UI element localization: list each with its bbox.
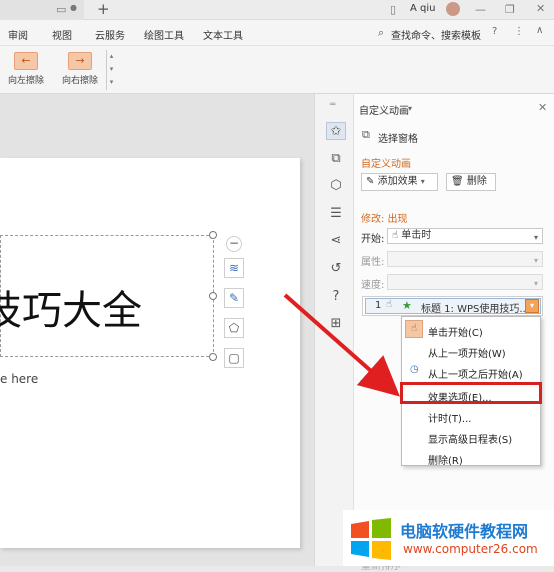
arrow-right-icon: → <box>68 52 92 70</box>
chevron-down-icon: ▾ <box>533 233 538 242</box>
search-icon[interactable]: ⌕ <box>378 26 384 40</box>
help-icon[interactable]: ? <box>492 26 497 37</box>
click-start-icon: ☝ <box>405 320 423 338</box>
ribbon-scroll[interactable]: ▴ ▾ ▾ <box>106 50 116 90</box>
panel-title-dropdown-icon[interactable]: ▾ <box>408 104 412 113</box>
menu-cloud[interactable]: 云服务 <box>95 27 125 42</box>
chevron-down-icon: ▾ <box>420 177 425 186</box>
close-icon[interactable]: ✕ <box>536 2 545 15</box>
more-icon[interactable]: ⋮ <box>514 26 524 37</box>
section-custom-animation: 自定义动画 <box>361 159 411 170</box>
menu-drawing-tools[interactable]: 绘图工具 <box>144 27 184 42</box>
slide-switch-icon[interactable]: ⧉ <box>326 150 346 168</box>
tab-strip[interactable]: ▭ ● <box>0 0 84 20</box>
minimize-icon[interactable]: — <box>475 3 486 16</box>
search-command[interactable]: 查找命令、搜索模板 <box>391 27 481 42</box>
resize-handle-r[interactable] <box>209 292 217 300</box>
menu-item-after-previous[interactable]: 从上一项之后开始(A) <box>428 366 523 381</box>
add-effect-label: 添加效果 <box>377 176 418 187</box>
speed-label: 速度: <box>361 280 385 291</box>
restore-icon[interactable]: ❐ <box>505 3 515 16</box>
trash-icon: 🗑 <box>451 176 464 187</box>
resize-handle-tr[interactable] <box>209 231 217 239</box>
watermark: 电脑软硬件教程网 www.computer26.com <box>343 510 554 566</box>
slide-subtitle-text: e here <box>0 372 39 386</box>
shapes-icon[interactable]: ⬡ <box>326 177 346 195</box>
select-pane-link[interactable]: 选择窗格 <box>378 130 418 145</box>
slide-title-text: 技巧大全 <box>0 288 142 334</box>
collapse-float-icon[interactable]: − <box>226 236 242 252</box>
chevron-down-icon: ▾ <box>533 279 538 288</box>
pen-icon[interactable]: ✎ <box>224 288 244 308</box>
star-icon: ★ <box>402 299 412 312</box>
collapse-icon[interactable]: ∧ <box>536 25 543 36</box>
watermark-url: www.computer26.com <box>403 542 538 556</box>
menu-item-with-previous[interactable]: 从上一项开始(W) <box>428 345 506 360</box>
new-tab-icon[interactable]: + <box>97 0 110 18</box>
properties-icon[interactable]: ☰ <box>326 205 346 223</box>
avatar[interactable] <box>446 2 460 16</box>
property-label: 属性: <box>361 257 385 268</box>
panel-close-icon[interactable]: ✕ <box>538 101 547 114</box>
resize-handle-br[interactable] <box>209 353 217 361</box>
dot-icon: ● <box>70 3 77 12</box>
layers-icon[interactable]: ≋ <box>224 258 244 278</box>
wipe-right-button[interactable]: → 向右擦除 <box>61 52 99 90</box>
annotation-arrow <box>283 293 400 397</box>
share-icon[interactable]: ⋖ <box>326 232 346 250</box>
windows-logo-icon <box>351 518 391 560</box>
menu-text-tools[interactable]: 文本工具 <box>203 27 243 42</box>
menu-item-remove[interactable]: 删除(R) <box>428 452 463 467</box>
delete-button[interactable]: 🗑 删除 <box>446 173 496 191</box>
menu-item-advanced-timeline[interactable]: 显示高级日程表(S) <box>428 431 512 446</box>
start-label: 开始: <box>361 234 385 245</box>
property-select[interactable]: ▾ <box>387 251 543 267</box>
history-icon[interactable]: ↺ <box>326 260 346 278</box>
wipe-left-label: 向左擦除 <box>7 76 44 86</box>
menu-item-timing[interactable]: 计时(T)... <box>428 410 471 425</box>
wipe-left-button[interactable]: ← 向左擦除 <box>7 52 45 90</box>
animation-pane-icon[interactable]: ✩ <box>326 122 346 140</box>
modify-label: 修改: 出现 <box>361 214 408 225</box>
arrow-left-icon: ← <box>14 52 38 70</box>
user-name[interactable]: A qiu <box>410 3 435 14</box>
mouse-icon: ☝ <box>392 230 399 241</box>
item-text: 标题 1: WPS使用技巧... <box>421 304 529 315</box>
start-select[interactable]: ☝ 单击时 ▾ <box>387 228 543 244</box>
clock-icon: ◷ <box>410 364 419 375</box>
chevron-down-icon: ▾ <box>533 256 538 265</box>
speed-select[interactable]: ▾ <box>387 274 543 290</box>
pencil-icon: ✎ <box>366 176 375 187</box>
outline-icon[interactable]: ▢ <box>224 348 244 368</box>
item-dropdown-icon[interactable]: ▾ <box>525 299 539 313</box>
menu-view[interactable]: 视图 <box>52 27 72 42</box>
delete-label: 删除 <box>466 176 487 187</box>
panel-title[interactable]: 自定义动画 <box>359 102 409 117</box>
select-pane-icon: ⧉ <box>362 128 370 141</box>
start-value: 单击时 <box>401 230 432 241</box>
sidebar-toggle-icon[interactable]: ▯ <box>390 3 396 16</box>
highlight-box <box>400 382 542 404</box>
menu-item-click-start[interactable]: 单击开始(C) <box>428 324 483 339</box>
fill-icon[interactable]: ⬠ <box>224 318 244 338</box>
add-effect-button[interactable]: ✎ 添加效果 ▾ <box>361 173 438 191</box>
grip-icon: ═ <box>330 100 336 110</box>
menu-review[interactable]: 审阅 <box>8 27 28 42</box>
watermark-title: 电脑软硬件教程网 <box>400 522 529 541</box>
window-icon: ▭ <box>56 3 67 16</box>
wipe-right-label: 向右擦除 <box>61 76 98 86</box>
